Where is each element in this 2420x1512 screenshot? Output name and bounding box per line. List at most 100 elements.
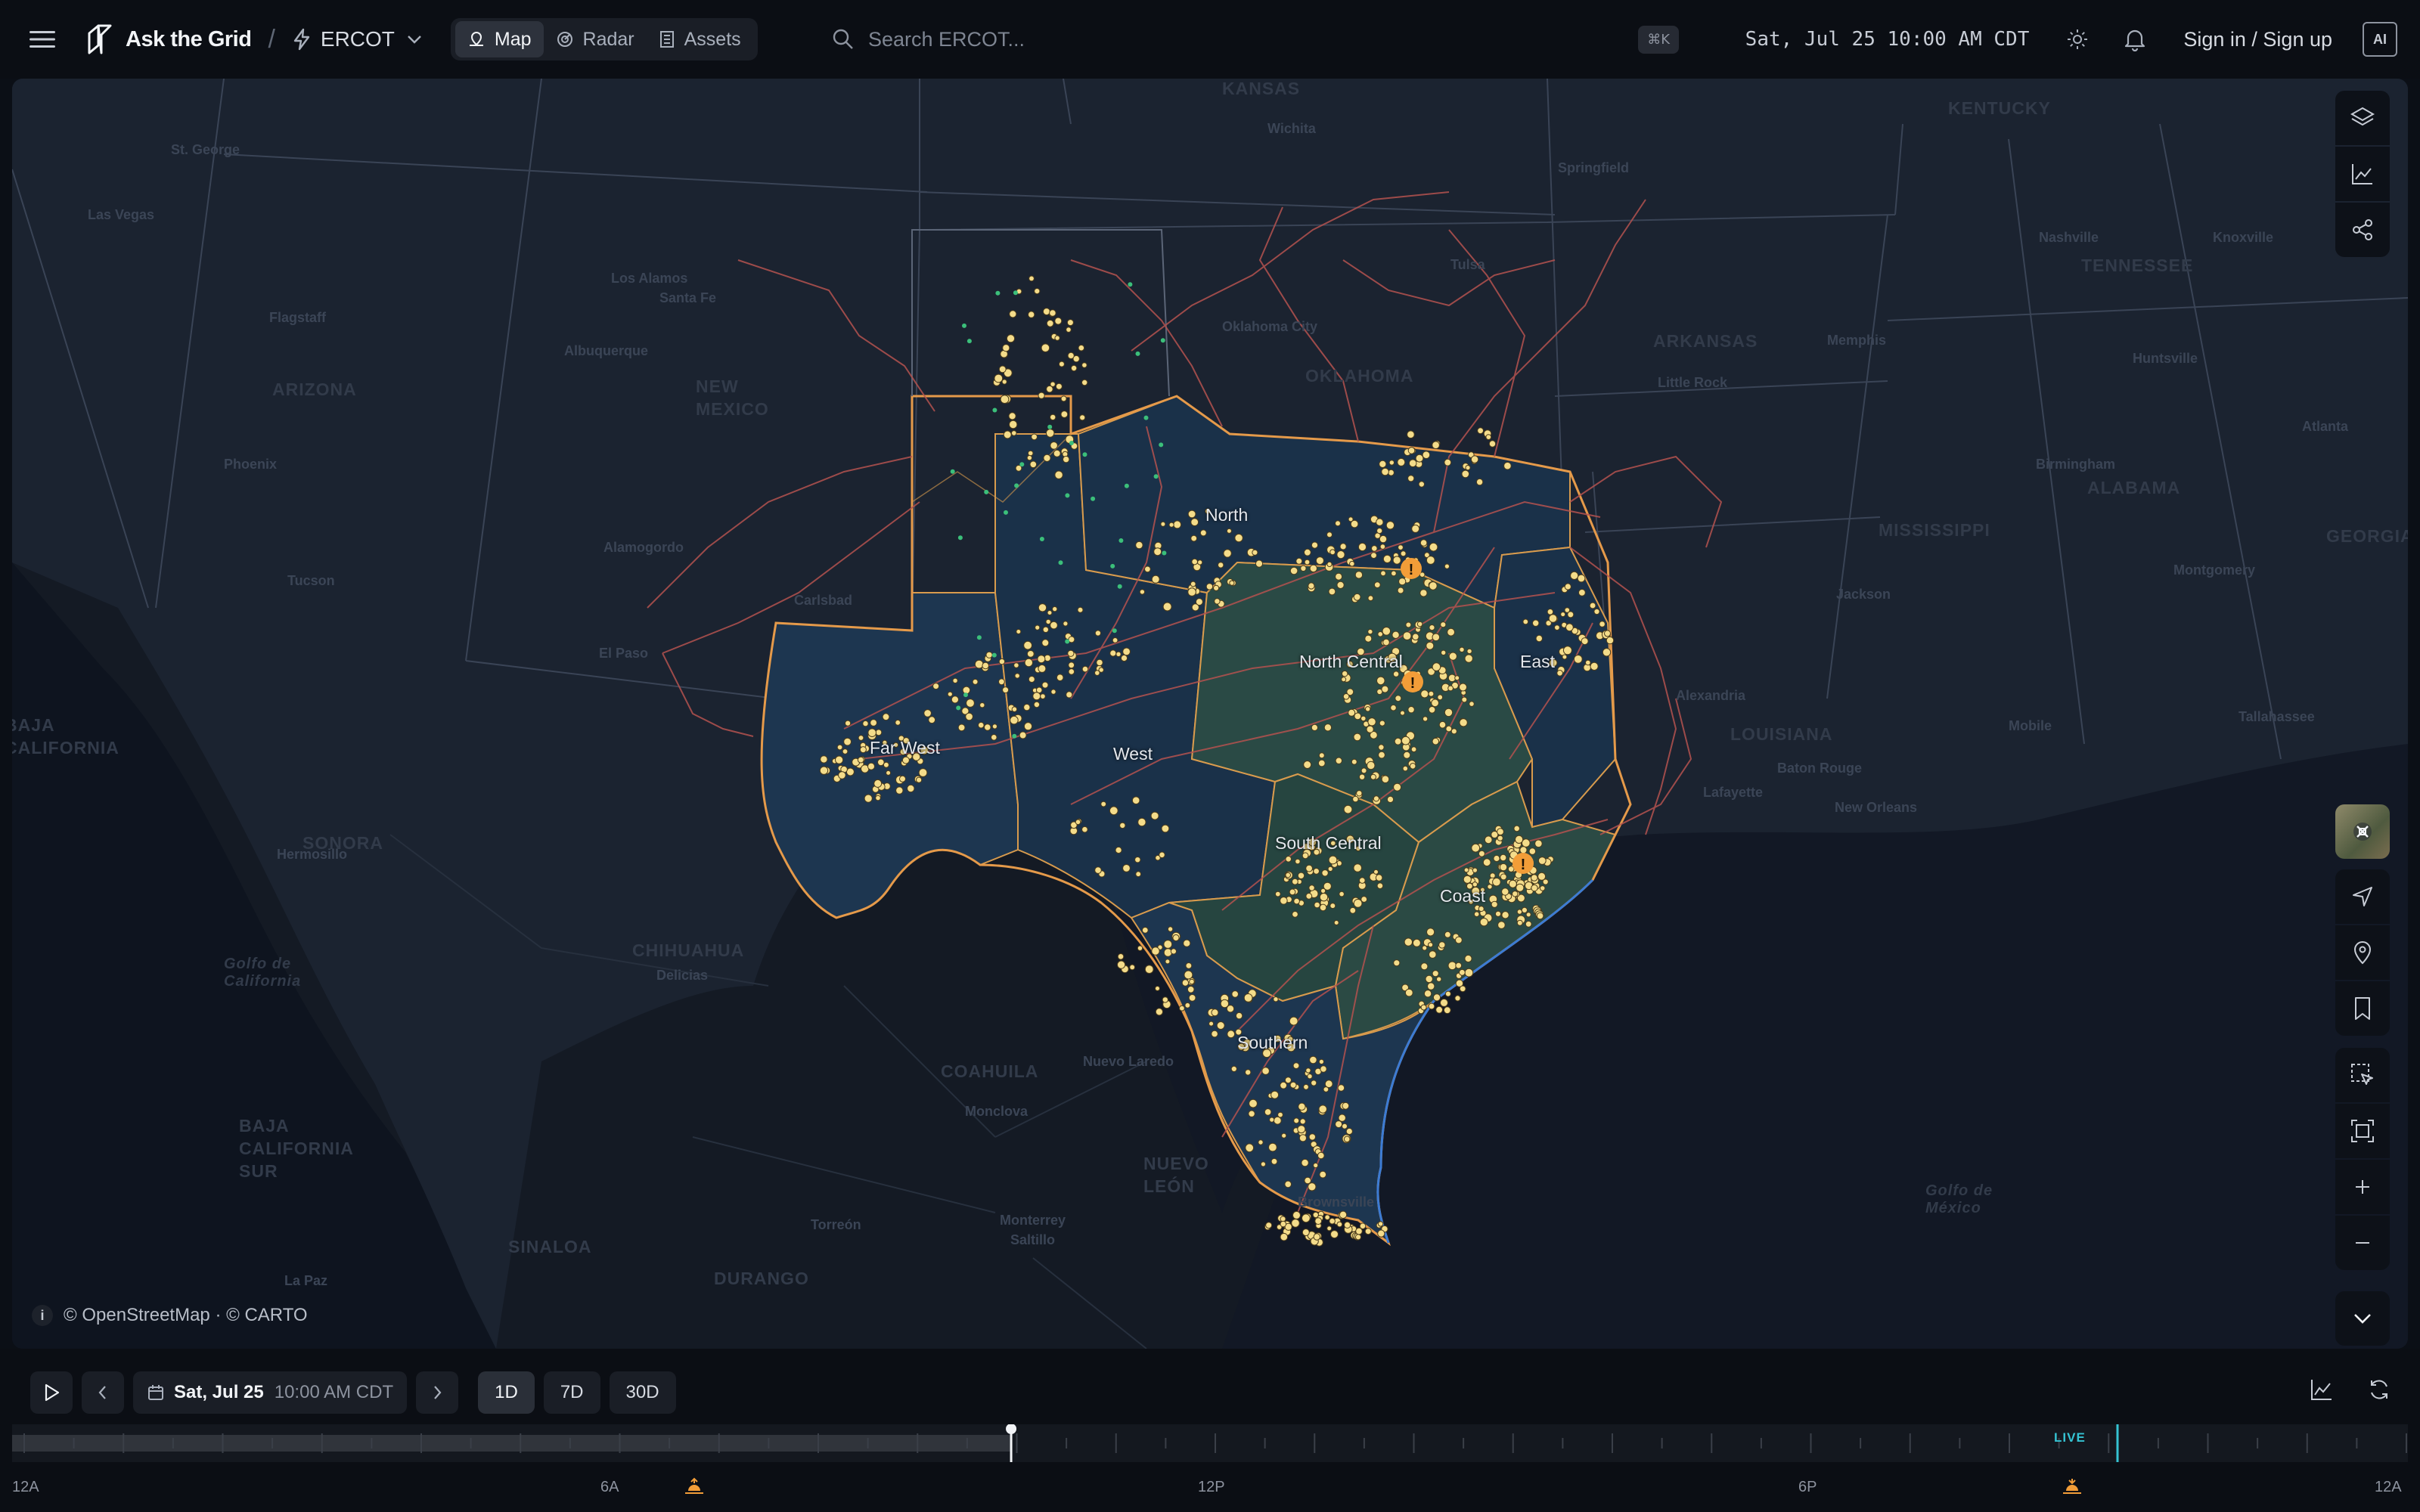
asset-dot[interactable]: [1050, 442, 1058, 450]
asset-dot[interactable]: [1354, 712, 1362, 720]
asset-dot[interactable]: [1155, 986, 1160, 991]
asset-dot[interactable]: [1292, 1210, 1301, 1219]
asset-dot[interactable]: [1379, 460, 1387, 468]
asset-dot[interactable]: [1190, 581, 1196, 587]
green-dot[interactable]: [1124, 483, 1129, 488]
asset-dot[interactable]: [1026, 454, 1033, 461]
asset-dot[interactable]: [1469, 701, 1475, 707]
asset-dot[interactable]: [1314, 1217, 1323, 1225]
asset-dot[interactable]: [1377, 1221, 1384, 1227]
asset-dot[interactable]: [1122, 864, 1131, 872]
asset-dot[interactable]: [1432, 737, 1440, 745]
asset-dot[interactable]: [1035, 624, 1041, 631]
asset-dot[interactable]: [1280, 1081, 1287, 1089]
asset-dot[interactable]: [1135, 871, 1142, 878]
asset-dot[interactable]: [1352, 795, 1359, 803]
asset-dot[interactable]: [1516, 909, 1523, 915]
asset-dot[interactable]: [1315, 556, 1324, 565]
asset-dot[interactable]: [1398, 544, 1404, 550]
green-dot[interactable]: [1013, 290, 1018, 296]
asset-dot[interactable]: [1428, 706, 1436, 714]
asset-dot[interactable]: [1472, 867, 1478, 873]
asset-dot[interactable]: [1319, 893, 1329, 902]
asset-dot[interactable]: [1420, 689, 1429, 699]
asset-dot[interactable]: [1109, 806, 1118, 816]
green-dot[interactable]: [1019, 462, 1025, 467]
search-bar[interactable]: Search ERCOT... ⌘K: [832, 21, 1679, 57]
asset-dot[interactable]: [1270, 1090, 1280, 1099]
ai-assistant-button[interactable]: AI: [2363, 22, 2397, 57]
asset-dot[interactable]: [1003, 430, 1012, 439]
range-7d-button[interactable]: 7D: [543, 1371, 600, 1414]
asset-dot[interactable]: [1063, 455, 1070, 463]
asset-dot[interactable]: [1165, 959, 1171, 965]
asset-dot[interactable]: [1019, 731, 1027, 739]
asset-dot[interactable]: [1341, 677, 1347, 683]
asset-dot[interactable]: [1213, 584, 1220, 591]
green-dot[interactable]: [976, 635, 982, 640]
green-dot[interactable]: [957, 535, 963, 541]
asset-dot[interactable]: [1376, 676, 1385, 686]
asset-dot[interactable]: [1525, 920, 1532, 928]
asset-dot[interactable]: [1379, 534, 1388, 544]
asset-dot[interactable]: [1311, 723, 1319, 732]
asset-dot[interactable]: [1077, 606, 1084, 613]
asset-dot[interactable]: [1339, 543, 1347, 550]
asset-dot[interactable]: [1348, 708, 1356, 717]
asset-dot[interactable]: [1284, 1180, 1292, 1188]
asset-dot[interactable]: [1497, 835, 1503, 841]
asset-dot[interactable]: [1376, 518, 1384, 526]
asset-dot[interactable]: [1432, 441, 1440, 450]
playhead-handle[interactable]: [1006, 1424, 1017, 1434]
asset-dot[interactable]: [972, 678, 979, 685]
asset-dot[interactable]: [1060, 395, 1067, 402]
asset-dot[interactable]: [1038, 392, 1045, 399]
asset-dot[interactable]: [845, 767, 855, 776]
asset-dot[interactable]: [1214, 598, 1221, 605]
asset-dot[interactable]: [1122, 647, 1131, 656]
asset-dot[interactable]: [1014, 673, 1020, 679]
asset-dot[interactable]: [1573, 655, 1583, 664]
asset-dot[interactable]: [1055, 383, 1063, 390]
asset-dot[interactable]: [1032, 692, 1041, 701]
asset-dot[interactable]: [1606, 636, 1615, 645]
asset-dot[interactable]: [1444, 990, 1451, 997]
asset-dot[interactable]: [1163, 940, 1173, 949]
asset-dot[interactable]: [1317, 759, 1326, 767]
asset-dot[interactable]: [1337, 1084, 1345, 1092]
asset-dot[interactable]: [1564, 583, 1571, 590]
asset-dot[interactable]: [1045, 429, 1055, 438]
asset-dot[interactable]: [1560, 612, 1566, 618]
asset-dot[interactable]: [1484, 835, 1493, 844]
asset-dot[interactable]: [1160, 521, 1166, 527]
asset-dot[interactable]: [1419, 539, 1428, 547]
asset-dot[interactable]: [1403, 751, 1411, 759]
asset-dot[interactable]: [1305, 1067, 1311, 1074]
asset-dot[interactable]: [1120, 654, 1128, 662]
asset-dot[interactable]: [1461, 469, 1470, 479]
asset-dot[interactable]: [1139, 589, 1146, 595]
asset-dot[interactable]: [1327, 866, 1333, 872]
asset-dot[interactable]: [1378, 751, 1385, 759]
asset-dot[interactable]: [1223, 549, 1232, 558]
green-dot[interactable]: [1128, 282, 1133, 287]
asset-dot[interactable]: [1407, 475, 1415, 482]
asset-dot[interactable]: [1411, 524, 1420, 533]
asset-dot[interactable]: [1364, 634, 1373, 643]
asset-dot[interactable]: [1258, 1139, 1264, 1145]
zoom-out-button[interactable]: [2335, 1216, 2390, 1270]
asset-dot[interactable]: [1187, 587, 1196, 596]
asset-dot[interactable]: [965, 712, 973, 721]
green-dot[interactable]: [1112, 628, 1117, 634]
asset-dot[interactable]: [1081, 665, 1089, 673]
green-dot[interactable]: [1004, 510, 1008, 515]
asset-dot[interactable]: [1454, 995, 1461, 1002]
asset-dot[interactable]: [1370, 552, 1377, 559]
asset-dot[interactable]: [1416, 621, 1423, 627]
asset-dot[interactable]: [1280, 1220, 1287, 1228]
asset-dot[interactable]: [1593, 608, 1600, 615]
green-dot[interactable]: [992, 407, 997, 413]
asset-dot[interactable]: [1562, 654, 1568, 660]
asset-dot[interactable]: [1429, 624, 1435, 631]
asset-dot[interactable]: [1075, 819, 1081, 826]
